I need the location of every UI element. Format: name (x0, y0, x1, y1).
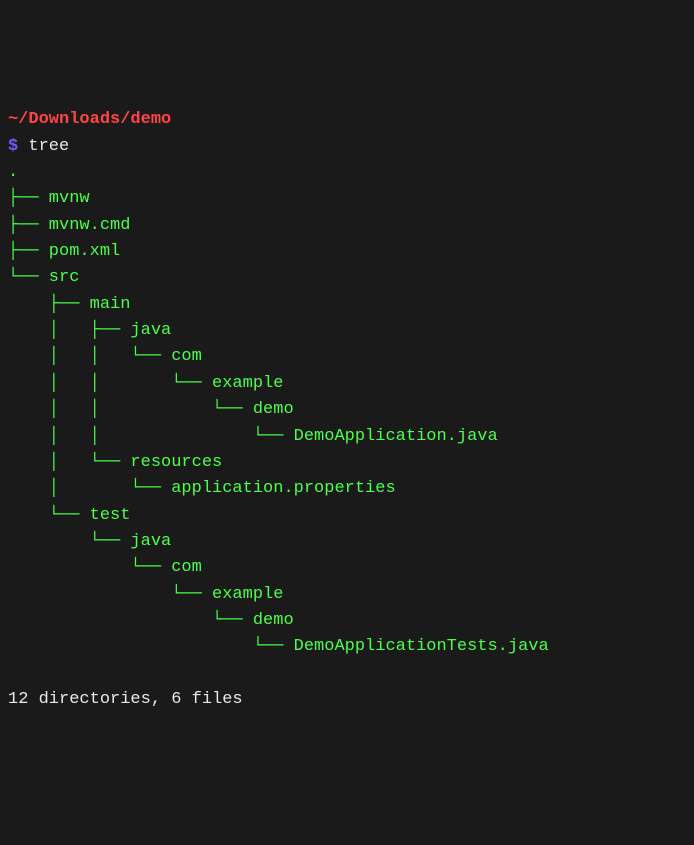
tree-line: │ └── application.properties (8, 479, 396, 498)
command-text: tree (28, 137, 69, 156)
tree-line: └── test (8, 506, 130, 525)
tree-line: └── com (8, 558, 202, 577)
tree-line: └── example (8, 585, 283, 604)
tree-line: ├── main (8, 295, 130, 314)
tree-line: └── src (8, 268, 79, 287)
tree-line: └── demo (8, 611, 294, 630)
tree-line: │ │ └── DemoApplication.java (8, 427, 498, 446)
prompt-symbol: $ (8, 137, 28, 156)
tree-line: │ │ └── example (8, 374, 283, 393)
tree-summary: 12 directories, 6 files (8, 690, 243, 709)
tree-line: └── DemoApplicationTests.java (8, 637, 549, 656)
cwd-path: ~/Downloads/demo (8, 110, 171, 129)
tree-line: │ ├── java (8, 321, 171, 340)
terminal-output: ~/Downloads/demo $ tree . ├── mvnw ├── m… (8, 107, 686, 713)
tree-line: ├── mvnw (8, 189, 90, 208)
tree-line: ├── mvnw.cmd (8, 216, 130, 235)
tree-line: │ └── resources (8, 453, 222, 472)
tree-line: │ │ └── com (8, 347, 202, 366)
tree-line: └── java (8, 532, 171, 551)
tree-line: │ │ └── demo (8, 400, 294, 419)
tree-line: ├── pom.xml (8, 242, 120, 261)
tree-line: . (8, 163, 18, 182)
